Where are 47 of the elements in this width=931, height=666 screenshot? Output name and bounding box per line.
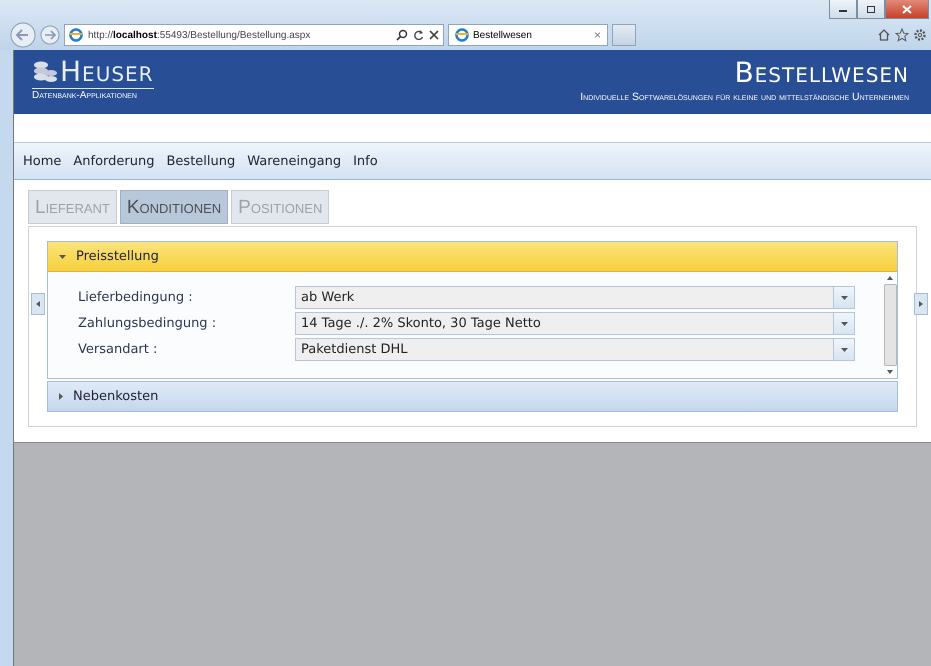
search-icon[interactable] (396, 29, 408, 41)
dropdown-arrow-icon (840, 296, 848, 300)
field-label: Zahlungsbedingung : (78, 316, 218, 331)
up-arrow-icon[interactable] (887, 276, 893, 280)
scroll-left-button[interactable] (31, 293, 45, 315)
tab[interactable]: Konditionen (120, 190, 228, 224)
menu-item[interactable]: Wareneingang (247, 154, 342, 168)
close-icon (902, 4, 912, 14)
right-arrow-icon (919, 301, 923, 307)
dropdown-field[interactable]: ab Werk (295, 286, 855, 309)
close-button[interactable] (885, 0, 929, 19)
logo-text: Heuser (60, 58, 154, 86)
address-bar[interactable]: http://localhost:55493/Bestellung/Bestellung.aspx (64, 24, 444, 46)
menu-item[interactable]: Anforderung (73, 154, 154, 168)
tab-title: Bestellwesen (473, 30, 533, 40)
app-title: Bestellwesen (734, 58, 909, 88)
coins-icon (32, 60, 58, 84)
app-subtitle: Individuelle Softwarelösungen für kleine und mittelständische Unternehmen (580, 91, 909, 103)
maximize-icon (866, 4, 876, 14)
dropdown-field[interactable]: 14 Tage ./. 2% Skonto, 30 Tage Netto (295, 312, 855, 335)
scroll-right-button[interactable] (914, 293, 928, 315)
maximize-button[interactable] (857, 0, 885, 19)
field-label: Versandart : (78, 342, 158, 357)
collapse-icon (59, 254, 66, 258)
stop-icon[interactable] (429, 30, 439, 40)
menu-item[interactable]: Bestellung (166, 154, 236, 168)
dropdown-arrow-icon (840, 348, 848, 352)
expand-icon (59, 393, 63, 400)
menu-item[interactable]: Info (353, 154, 378, 168)
home-icon[interactable] (877, 28, 891, 42)
field-label: Lieferbedingung : (78, 290, 194, 305)
accordion-header[interactable]: Nebenkosten (48, 382, 897, 411)
refresh-icon[interactable] (413, 29, 424, 41)
logo-subtitle: Datenbank-Applikationen (32, 88, 154, 101)
browser-logo-icon (455, 28, 469, 42)
accordion-header[interactable]: Preisstellung (48, 242, 897, 272)
left-arrow-icon (36, 301, 40, 307)
tab-close-button[interactable]: × (594, 28, 601, 42)
dropdown-field[interactable]: Paketdienst DHL (295, 338, 855, 361)
minimize-button[interactable] (829, 0, 857, 19)
settings-icon[interactable] (913, 28, 927, 42)
dropdown-arrow-icon (840, 322, 848, 326)
star-icon[interactable] (895, 28, 909, 42)
menu-item[interactable]: Home (23, 154, 62, 168)
browser-logo-icon (69, 28, 83, 42)
browser-tab[interactable]: Bestellwesen × (448, 24, 608, 46)
down-arrow-icon[interactable] (887, 370, 893, 374)
